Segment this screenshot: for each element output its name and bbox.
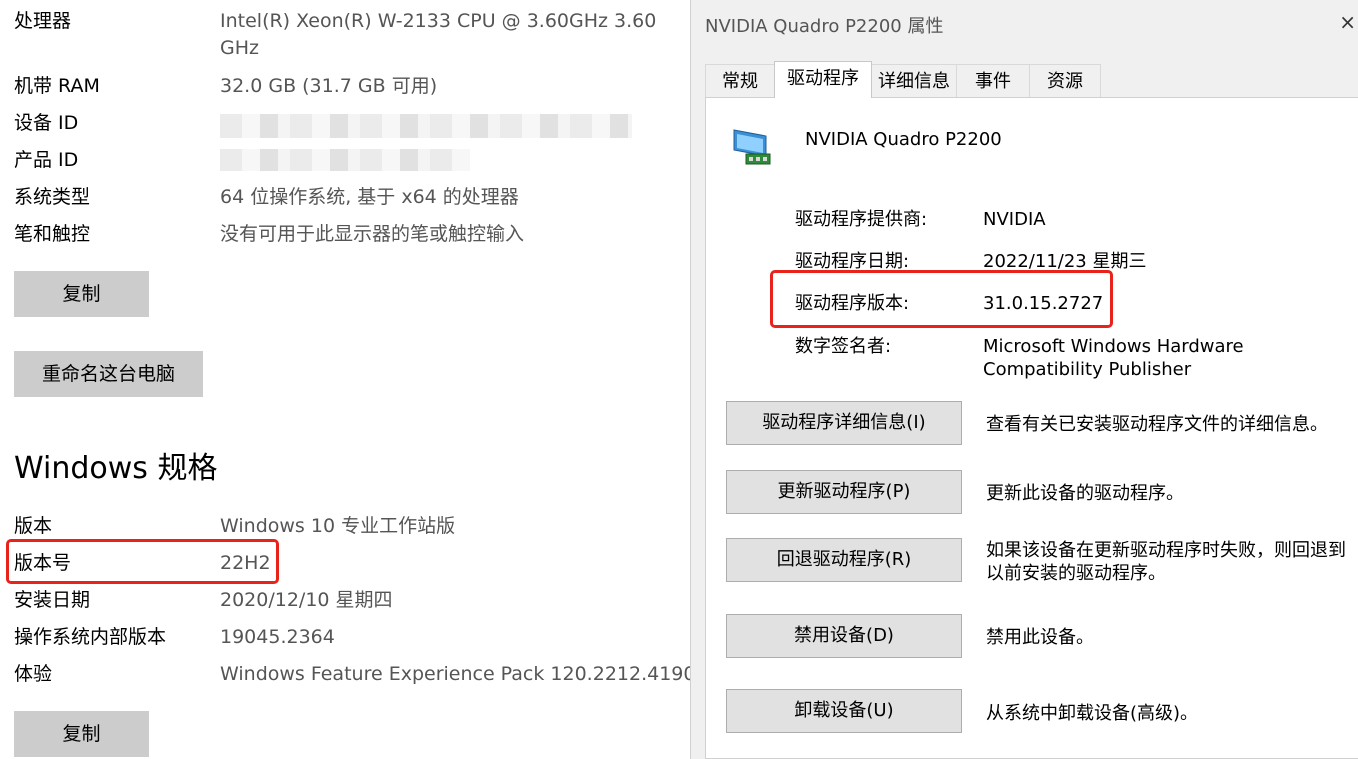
redaction-blur — [220, 149, 470, 171]
spec-label: 安装日期 — [14, 589, 91, 611]
driver-details-desc: 查看有关已安装驱动程序文件的详细信息。 — [986, 414, 1328, 435]
rename-pc-button[interactable]: 重命名这台电脑 — [14, 351, 203, 397]
copy-button[interactable]: 复制 — [14, 711, 149, 757]
spec-label: 操作系统内部版本 — [14, 626, 167, 648]
rollback-driver-desc: 如果该设备在更新驱动程序时失败，则回退到以前安装的驱动程序。 — [986, 540, 1346, 584]
spec-label: 系统类型 — [14, 186, 91, 208]
spec-value: Windows 10 专业工作站版 — [220, 515, 456, 537]
tab-details[interactable]: 详细信息 — [871, 64, 957, 97]
spec-value: 64 位操作系统, 基于 x64 的处理器 — [220, 186, 519, 208]
uninstall-device-desc: 从系统中卸载设备(高级)。 — [986, 703, 1199, 724]
copy-button[interactable]: 复制 — [14, 271, 149, 317]
spec-value: Windows Feature Experience Pack 120.2212… — [220, 663, 714, 685]
dialog-title: NVIDIA Quadro P2200 属性 — [705, 16, 944, 37]
spec-label: 产品 ID — [14, 149, 79, 171]
redaction-blur — [220, 114, 632, 138]
spec-label: 设备 ID — [14, 112, 79, 134]
spec-value: 19045.2364 — [220, 626, 335, 648]
spec-value: 32.0 GB (31.7 GB 可用) — [220, 75, 438, 97]
tab-driver[interactable]: 驱动程序 — [774, 61, 872, 98]
version-highlight-box — [6, 539, 279, 584]
driver-provider-value: NVIDIA — [983, 209, 1046, 230]
spec-label: 处理器 — [14, 10, 72, 32]
uninstall-device-button[interactable]: 卸载设备(U) — [726, 689, 962, 733]
driver-version-highlight-box — [770, 270, 1113, 328]
device-name: NVIDIA Quadro P2200 — [805, 129, 1002, 150]
close-icon[interactable]: × — [1339, 10, 1356, 34]
spec-label: 体验 — [14, 663, 53, 685]
update-driver-desc: 更新此设备的驱动程序。 — [986, 483, 1184, 504]
tab-events[interactable]: 事件 — [956, 64, 1030, 97]
spec-label: 版本 — [14, 515, 53, 537]
system-about-panel: 处理器 Intel(R) Xeon(R) W-2133 CPU @ 3.60GH… — [0, 0, 714, 759]
driver-details-button[interactable]: 驱动程序详细信息(I) — [726, 401, 962, 445]
digital-signer-value: Microsoft Windows Hardware Compatibility… — [983, 336, 1244, 380]
driver-provider-label: 驱动程序提供商: — [795, 209, 928, 230]
spec-value: Intel(R) Xeon(R) W-2133 CPU @ 3.60GHz 3.… — [220, 10, 657, 59]
spec-label: 笔和触控 — [14, 223, 91, 245]
display-adapter-icon — [733, 129, 771, 165]
disable-device-button[interactable]: 禁用设备(D) — [726, 614, 962, 658]
tab-resources[interactable]: 资源 — [1029, 64, 1101, 97]
digital-signer-label: 数字签名者: — [795, 336, 892, 357]
rollback-driver-button[interactable]: 回退驱动程序(R) — [726, 538, 962, 582]
update-driver-button[interactable]: 更新驱动程序(P) — [726, 470, 962, 514]
spec-value: 2020/12/10 星期四 — [220, 589, 393, 611]
windows-spec-heading: Windows 规格 — [14, 451, 218, 486]
disable-device-desc: 禁用此设备。 — [986, 627, 1094, 648]
tab-general[interactable]: 常规 — [705, 64, 775, 97]
spec-label: 机带 RAM — [14, 75, 100, 97]
spec-value: 没有可用于此显示器的笔或触控输入 — [220, 223, 525, 245]
